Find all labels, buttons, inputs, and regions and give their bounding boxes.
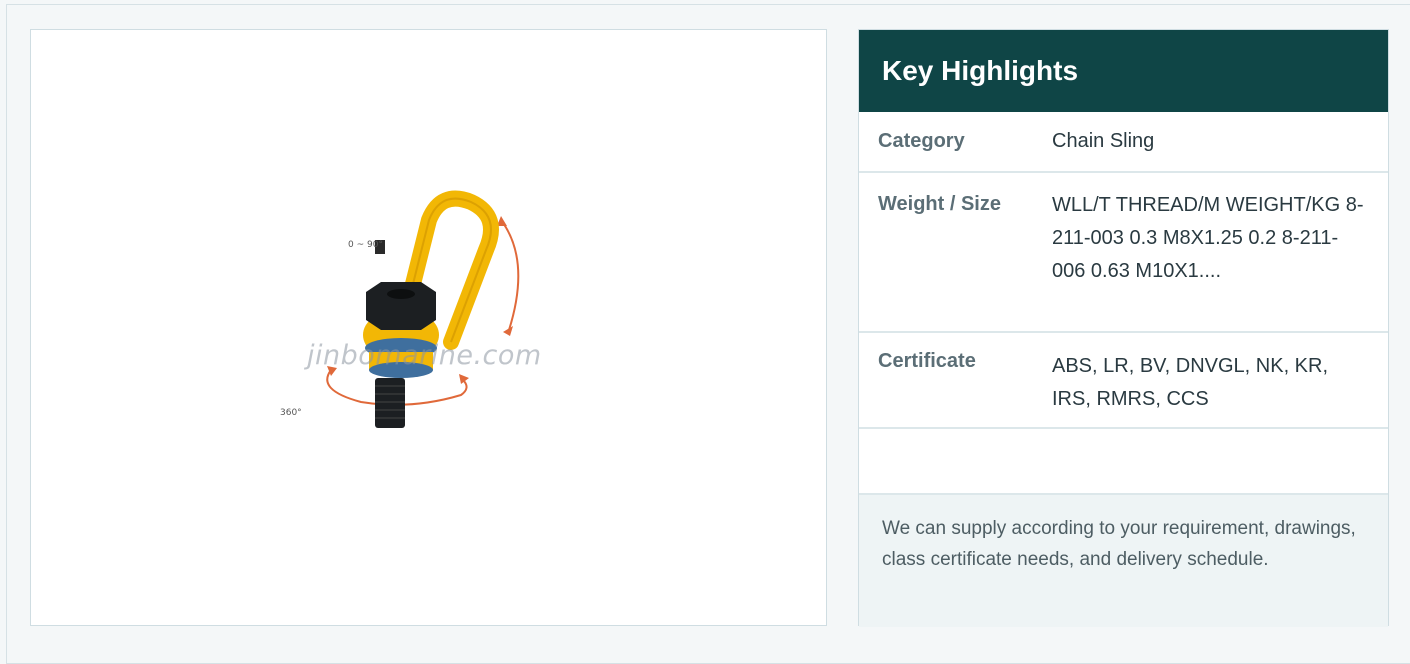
highlight-row-weight-size: Weight / Size WLL/T THREAD/M WEIGHT/KG 8… xyxy=(859,173,1388,333)
angle-label: 0 ~ 90° xyxy=(348,240,383,250)
row-value: ABS, LR, BV, DNVGL, NK, KR, IRS, RMRS, C… xyxy=(1052,355,1329,410)
row-key: Certificate xyxy=(878,350,976,372)
highlight-row-category: Category Chain Sling xyxy=(859,112,1388,173)
highlight-row-certificate: Certificate ABS, LR, BV, DNVGL, NK, KR, … xyxy=(859,333,1388,429)
highlight-row-empty xyxy=(859,429,1388,495)
row-key: Weight / Size xyxy=(878,193,1001,215)
product-image xyxy=(326,190,520,428)
product-image-card: 0 ~ 90° 360° jinbomarine.com xyxy=(30,29,827,626)
supply-note: We can supply according to your requirem… xyxy=(859,495,1388,627)
row-value: WLL/T THREAD/M WEIGHT/KG 8-211-003 0.3 M… xyxy=(1052,194,1364,282)
rotation-label: 360° xyxy=(280,408,302,418)
panel-title: Key Highlights xyxy=(859,30,1388,112)
row-key: Category xyxy=(878,130,965,152)
watermark: jinbomarine.com xyxy=(307,340,542,371)
row-value: Chain Sling xyxy=(1052,130,1155,152)
key-highlights-panel: Key Highlights Category Chain Sling Weig… xyxy=(858,29,1389,627)
